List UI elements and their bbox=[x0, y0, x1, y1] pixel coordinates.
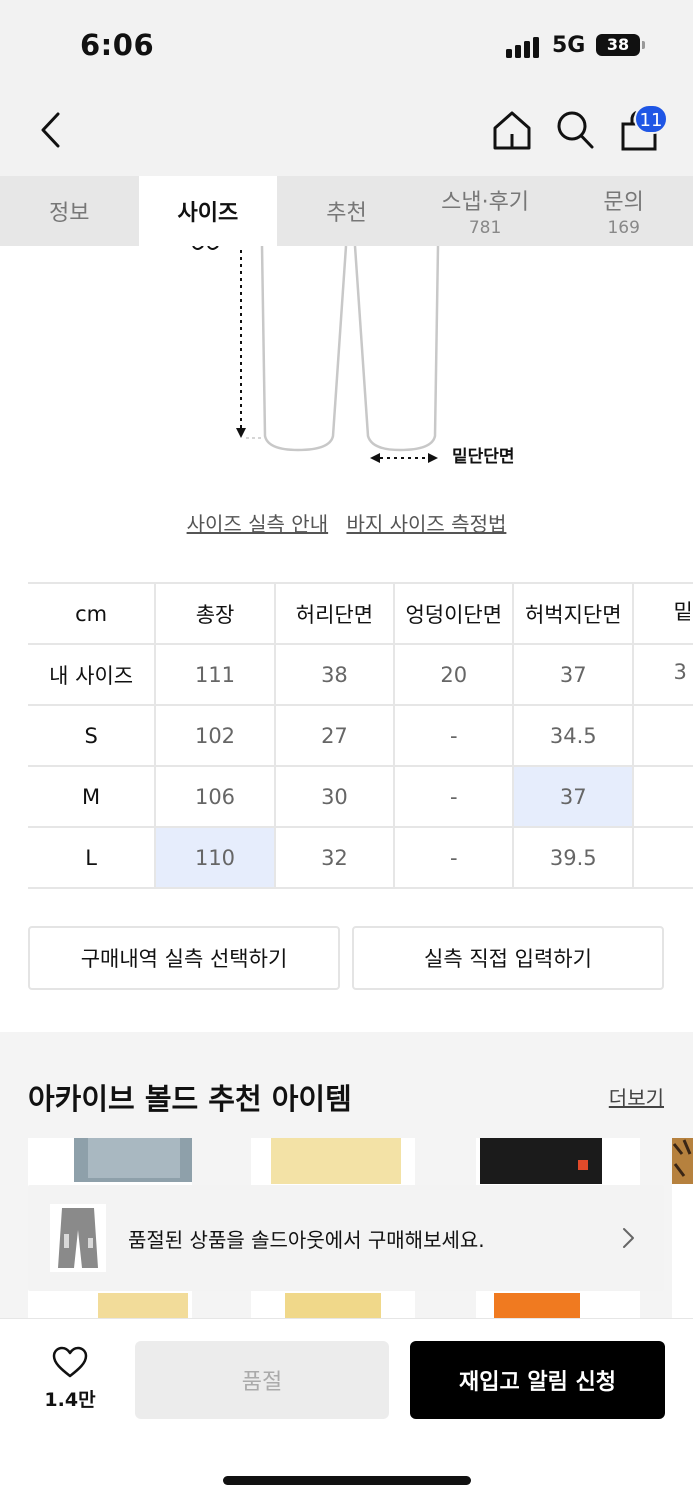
table-cell-matched: 110 bbox=[154, 826, 276, 889]
table-cell: - bbox=[393, 765, 515, 828]
recommend-title: 아카이브 볼드 추천 아이템 bbox=[28, 1082, 352, 1116]
like-count: 1.4만 bbox=[44, 1389, 96, 1411]
cart-count-badge: 11 bbox=[634, 104, 668, 134]
battery-icon: 38 bbox=[596, 34, 640, 56]
size-table: cm 총장 허리단면 엉덩이단면 허벅지단면 밑 내 사이즈 111 38 20… bbox=[28, 582, 693, 889]
row-label: S bbox=[28, 704, 157, 767]
restock-alert-button[interactable]: 재입고 알림 신청 bbox=[410, 1341, 665, 1419]
table-header-row: cm 총장 허리단면 엉덩이단면 허벅지단면 밑 bbox=[28, 582, 693, 645]
tab-size[interactable]: 사이즈 bbox=[138, 176, 278, 246]
purchase-history-size-button[interactable]: 구매내역 실측 선택하기 bbox=[28, 926, 340, 990]
battery-cap bbox=[642, 41, 645, 49]
status-time: 6:06 bbox=[80, 28, 155, 62]
network-type: 5G bbox=[552, 33, 586, 58]
pants-outline-illustration bbox=[192, 245, 440, 463]
table-cell-partial: 3 bbox=[632, 643, 693, 706]
tab-count: 169 bbox=[607, 218, 640, 238]
size-guide-links: 사이즈 실측 안내 바지 사이즈 측정법 bbox=[0, 508, 693, 537]
soldout-button: 품절 bbox=[135, 1341, 389, 1419]
table-cell: 27 bbox=[273, 704, 396, 767]
table-cell: 102 bbox=[154, 704, 276, 767]
pants-measure-guide-link[interactable]: 바지 사이즈 측정법 bbox=[346, 512, 506, 536]
table-cell: 30 bbox=[273, 765, 396, 828]
signal-icon bbox=[506, 36, 542, 58]
product-thumbnail-partial[interactable] bbox=[672, 1138, 693, 1318]
direct-input-size-button[interactable]: 실측 직접 입력하기 bbox=[352, 926, 664, 990]
table-row-my-size: 내 사이즈 111 38 20 37 3 bbox=[28, 643, 693, 706]
tab-count: 781 bbox=[468, 218, 502, 238]
table-cell-partial bbox=[632, 765, 693, 828]
tab-label: 추천 bbox=[326, 201, 367, 226]
table-header-cell: 허리단면 bbox=[273, 582, 396, 645]
table-header-cell: 허벅지단면 bbox=[512, 582, 635, 645]
table-cell: 39.5 bbox=[512, 826, 635, 889]
table-cell: 20 bbox=[393, 643, 515, 706]
table-cell-partial bbox=[632, 704, 693, 767]
top-nav: 11 bbox=[0, 88, 693, 176]
table-row-size-l: L 110 32 - 39.5 bbox=[28, 826, 693, 889]
table-header-cell: 엉덩이단면 bbox=[393, 582, 515, 645]
actual-size-guide-link[interactable]: 사이즈 실측 안내 bbox=[187, 512, 329, 536]
table-cell-partial bbox=[632, 826, 693, 889]
bottom-purchase-bar: 1.4만 품절 재입고 알림 신청 bbox=[0, 1318, 693, 1500]
table-header-cell: 총장 bbox=[154, 582, 276, 645]
home-indicator bbox=[223, 1476, 471, 1485]
table-row-size-m: M 106 30 - 37 bbox=[28, 765, 693, 828]
row-label: M bbox=[28, 765, 157, 828]
table-cell: - bbox=[393, 704, 515, 767]
table-cell: - bbox=[393, 826, 515, 889]
table-cell: 32 bbox=[273, 826, 396, 889]
tab-label: 사이즈 bbox=[177, 201, 239, 226]
table-row-size-s: S 102 27 - 34.5 bbox=[28, 704, 693, 767]
product-tabs: 정보 사이즈 추천 스냅·후기 781 문의 169 bbox=[0, 176, 693, 246]
heart-icon bbox=[52, 1346, 88, 1378]
row-label: L bbox=[28, 826, 157, 889]
pants-size-diagram: 밑단단면 bbox=[0, 245, 693, 476]
table-cell: 37 bbox=[512, 643, 635, 706]
tab-snap-review[interactable]: 스냅·후기 781 bbox=[416, 176, 555, 246]
soldout-promo-banner[interactable]: 품절된 상품을 솔드아웃에서 구매해보세요. bbox=[28, 1185, 664, 1291]
table-header-unit: cm bbox=[28, 582, 157, 645]
chevron-right-icon bbox=[623, 1228, 634, 1248]
search-icon[interactable] bbox=[554, 108, 596, 152]
row-label: 내 사이즈 bbox=[28, 643, 157, 706]
tab-label: 스냅·후기 bbox=[441, 190, 530, 215]
status-bar: 6:06 5G 38 bbox=[0, 0, 693, 88]
table-cell-matched: 37 bbox=[512, 765, 635, 828]
table-cell: 111 bbox=[154, 643, 276, 706]
tab-recommend[interactable]: 추천 bbox=[277, 176, 416, 246]
tab-info[interactable]: 정보 bbox=[0, 176, 139, 246]
tab-label: 정보 bbox=[49, 201, 90, 226]
hem-width-label: 밑단단면 bbox=[452, 447, 515, 467]
table-cell: 38 bbox=[273, 643, 396, 706]
table-cell: 106 bbox=[154, 765, 276, 828]
banner-product-thumbnail bbox=[50, 1204, 106, 1272]
back-arrow-icon[interactable] bbox=[34, 110, 68, 150]
tab-label: 문의 bbox=[603, 190, 644, 215]
home-icon[interactable] bbox=[490, 108, 534, 152]
like-button[interactable]: 1.4만 bbox=[34, 1345, 106, 1412]
tab-inquiry[interactable]: 문의 169 bbox=[554, 176, 693, 246]
table-cell: 34.5 bbox=[512, 704, 635, 767]
table-header-cell-partial: 밑 bbox=[632, 582, 693, 645]
recommend-more-link[interactable]: 더보기 bbox=[609, 1082, 664, 1111]
soldout-banner-text: 품절된 상품을 솔드아웃에서 구매해보세요. bbox=[128, 1227, 485, 1252]
